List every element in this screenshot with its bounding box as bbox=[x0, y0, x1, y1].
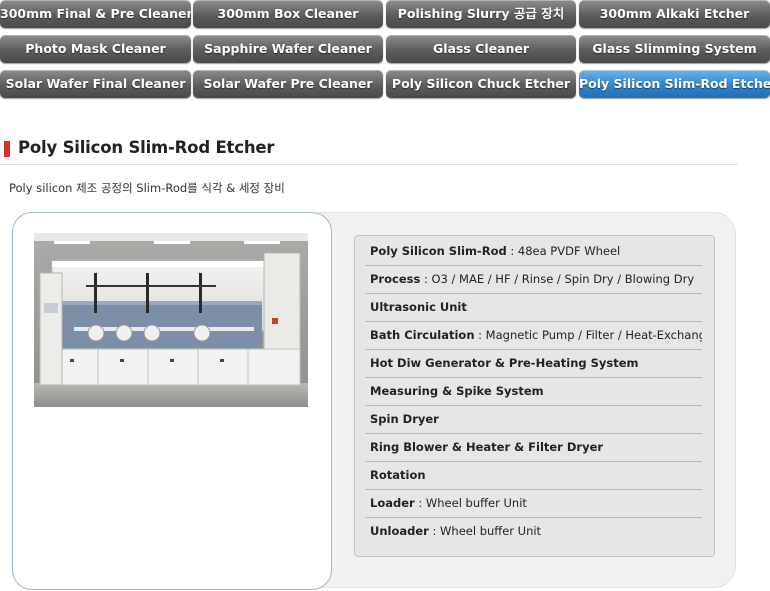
spec-label: Loader bbox=[370, 496, 415, 510]
tab-poly-silicon-chuck-etcher[interactable]: Poly Silicon Chuck Etcher bbox=[386, 70, 576, 98]
page-title: Poly Silicon Slim-Rod Etcher bbox=[18, 138, 275, 157]
tab-300mm-final-pre-cleaner[interactable]: 300mm Final & Pre Cleaner bbox=[0, 0, 191, 28]
spec-row: Rotation bbox=[365, 462, 702, 490]
tab-photo-mask-cleaner[interactable]: Photo Mask Cleaner bbox=[0, 35, 191, 63]
spec-value: : Wheel buffer Unit bbox=[428, 524, 542, 538]
spec-row: Loader : Wheel buffer Unit bbox=[365, 490, 702, 518]
tab-300mm-alkaki-etcher[interactable]: 300mm Alkaki Etcher bbox=[579, 0, 770, 28]
spec-label: Process bbox=[370, 272, 421, 286]
spec-label: Spin Dryer bbox=[370, 412, 439, 426]
spec-row: Ring Blower & Heater & Filter Dryer bbox=[365, 434, 702, 462]
spec-label: Ring Blower & Heater & Filter Dryer bbox=[370, 440, 604, 454]
spec-value: : O3 / MAE / HF / Rinse / Spin Dry / Blo… bbox=[420, 272, 695, 286]
spec-row: Measuring & Spike System bbox=[365, 378, 702, 406]
spec-row: Process : O3 / MAE / HF / Rinse / Spin D… bbox=[365, 266, 702, 294]
spec-value: : Magnetic Pump / Filter / Heat-Exchange… bbox=[474, 328, 702, 342]
spec-label: Hot Diw Generator & Pre-Heating System bbox=[370, 356, 639, 370]
tab-poly-silicon-slim-rod-etcher[interactable]: Poly Silicon Slim-Rod Etcher bbox=[579, 70, 770, 98]
tab-polishing-slurry[interactable]: Polishing Slurry 공급 장치 bbox=[386, 0, 576, 28]
spec-label: Poly Silicon Slim-Rod bbox=[370, 244, 507, 258]
title-divider bbox=[0, 164, 738, 165]
tab-sapphire-wafer-cleaner[interactable]: Sapphire Wafer Cleaner bbox=[193, 35, 383, 63]
spec-row: Unloader : Wheel buffer Unit bbox=[365, 518, 702, 545]
tab-solar-wafer-pre-cleaner[interactable]: Solar Wafer Pre Cleaner bbox=[193, 70, 383, 98]
spec-row: Ultrasonic Unit bbox=[365, 294, 702, 322]
tab-300mm-box-cleaner[interactable]: 300mm Box Cleaner bbox=[193, 0, 383, 28]
spec-label: Ultrasonic Unit bbox=[370, 300, 467, 314]
spec-row: Hot Diw Generator & Pre-Heating System bbox=[365, 350, 702, 378]
spec-label: Unloader bbox=[370, 524, 429, 538]
title-accent-bar bbox=[4, 141, 10, 157]
spec-row: Spin Dryer bbox=[365, 406, 702, 434]
equipment-photo bbox=[34, 233, 308, 407]
spec-value: : 48ea PVDF Wheel bbox=[506, 244, 621, 258]
tab-solar-wafer-final-cleaner[interactable]: Solar Wafer Final Cleaner bbox=[0, 70, 191, 98]
spec-label: Rotation bbox=[370, 468, 426, 482]
spec-list: Poly Silicon Slim-Rod : 48ea PVDF Wheel … bbox=[365, 238, 702, 545]
spec-label: Bath Circulation bbox=[370, 328, 475, 342]
page-subtitle: Poly silicon 제조 공정의 Slim-Rod를 식각 & 세정 장비 bbox=[9, 181, 285, 195]
spec-value: : Wheel buffer Unit bbox=[414, 496, 527, 510]
tab-glass-cleaner[interactable]: Glass Cleaner bbox=[386, 35, 576, 63]
spec-row: Poly Silicon Slim-Rod : 48ea PVDF Wheel bbox=[365, 238, 702, 266]
tab-glass-slimming-system[interactable]: Glass Slimming System bbox=[579, 35, 770, 63]
spec-label: Measuring & Spike System bbox=[370, 384, 544, 398]
spec-row: Bath Circulation : Magnetic Pump / Filte… bbox=[365, 322, 702, 350]
